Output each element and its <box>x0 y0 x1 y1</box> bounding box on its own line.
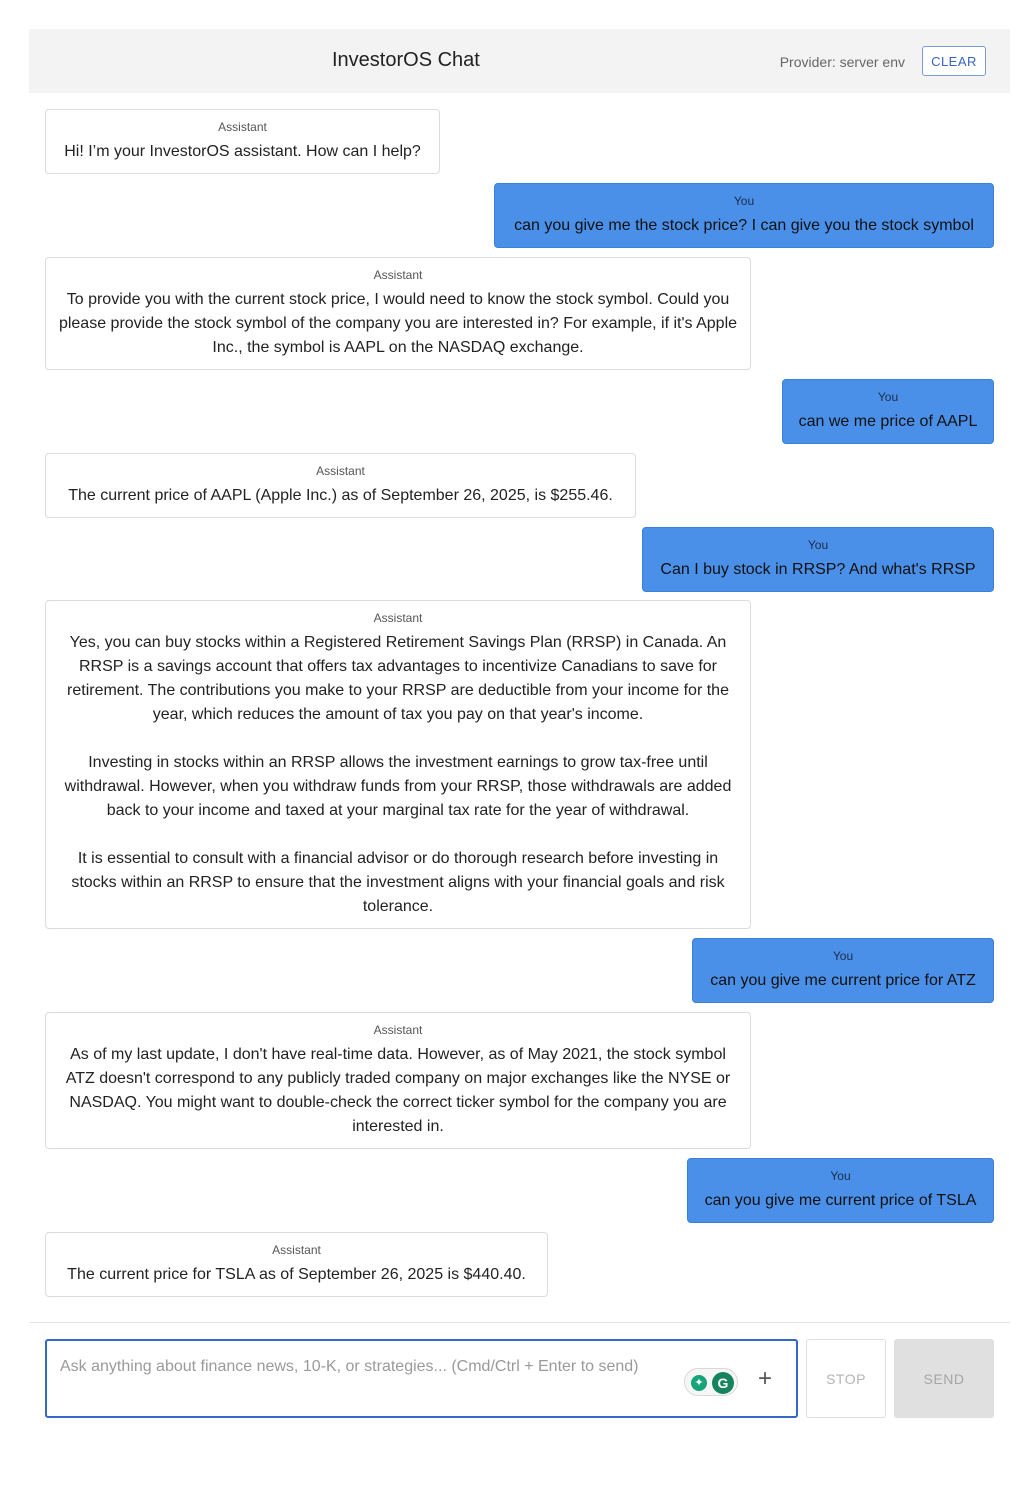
page-title: InvestorOS Chat <box>332 49 480 71</box>
message-role: Assistant <box>373 1023 423 1037</box>
message-text: To provide you with the current stock pr… <box>58 291 738 356</box>
message-role: You <box>733 194 755 208</box>
header-bar: InvestorOS Chat Provider: server env CLE… <box>29 29 1010 93</box>
chat-app: InvestorOS Chat Provider: server env CLE… <box>29 29 1010 1323</box>
assistant-message: Assistant The current price for TSLA as … <box>45 1232 548 1297</box>
lightbulb-icon: ✦ <box>691 1375 707 1391</box>
assistant-message: Assistant Hi! I’m your InvestorOS assist… <box>45 109 440 174</box>
user-message: You Can I buy stock in RRSP? And what's … <box>642 527 994 592</box>
message-input[interactable]: Ask anything about finance news, 10-K, o… <box>45 1339 798 1418</box>
composer-divider <box>29 1322 1010 1323</box>
message-role: You <box>832 949 854 963</box>
user-message: You can you give me current price for AT… <box>692 938 994 1003</box>
message-role: You <box>807 538 829 552</box>
message-role: Assistant <box>373 611 423 625</box>
message-role: Assistant <box>272 1243 321 1257</box>
message-text: As of my last update, I don't have real-… <box>65 1046 731 1135</box>
assistant-message: Assistant To provide you with the curren… <box>45 257 751 370</box>
message-text: can you give me the stock price? I can g… <box>514 217 974 234</box>
provider-label: Provider: server env <box>779 54 905 70</box>
message-text: can you give me current price of TSLA <box>704 1192 977 1209</box>
clear-button[interactable]: CLEAR <box>922 46 986 76</box>
user-message: You can we me price of AAPL <box>782 379 994 444</box>
message-text: can you give me current price for ATZ <box>710 972 976 989</box>
send-button[interactable]: SEND <box>894 1339 994 1418</box>
grammarly-logo-icon: G <box>712 1372 734 1394</box>
message-text: Yes, you can buy stocks within a Registe… <box>64 634 732 915</box>
assistant-message: Assistant The current price of AAPL (App… <box>45 453 636 518</box>
message-text: can we me price of AAPL <box>798 413 978 430</box>
message-text: The current price of AAPL (Apple Inc.) a… <box>68 487 613 504</box>
assistant-message: Assistant As of my last update, I don't … <box>45 1012 751 1149</box>
user-message: You can you give me current price of TSL… <box>687 1158 994 1223</box>
message-role: Assistant <box>218 120 267 134</box>
stop-button[interactable]: STOP <box>806 1339 886 1418</box>
message-text: Hi! I’m your InvestorOS assistant. How c… <box>64 143 421 160</box>
message-role: Assistant <box>373 268 423 282</box>
user-message: You can you give me the stock price? I c… <box>494 183 994 248</box>
message-role: You <box>877 390 899 404</box>
message-list: Assistant Hi! I’m your InvestorOS assist… <box>29 93 1010 1323</box>
message-role: You <box>830 1169 851 1183</box>
grammarly-icon[interactable]: ✦ G <box>684 1368 738 1396</box>
plus-icon[interactable]: + <box>758 1365 772 1393</box>
message-text: Can I buy stock in RRSP? And what's RRSP <box>660 561 976 578</box>
message-text: The current price for TSLA as of Septemb… <box>67 1266 526 1283</box>
message-role: Assistant <box>316 464 365 478</box>
input-placeholder: Ask anything about finance news, 10-K, o… <box>60 1358 639 1375</box>
assistant-message: Assistant Yes, you can buy stocks within… <box>45 600 751 929</box>
